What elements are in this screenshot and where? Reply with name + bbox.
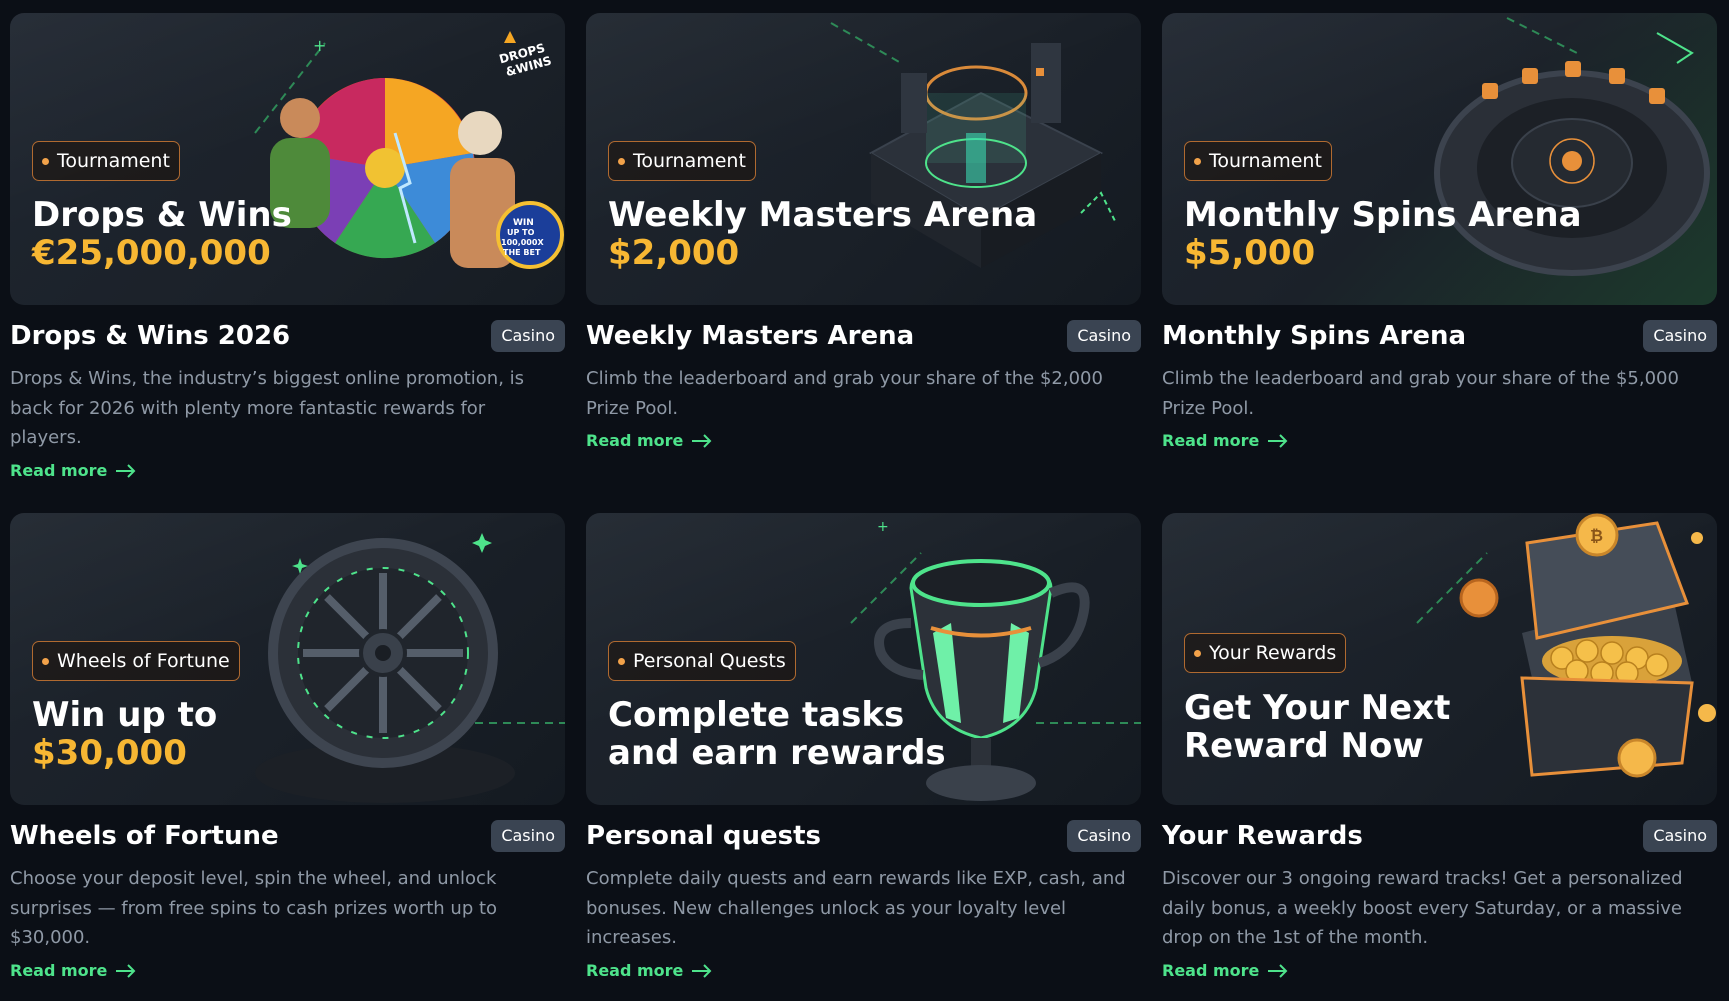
headline-line-1: Complete tasks (608, 695, 905, 735)
read-more-label: Read more (10, 460, 108, 480)
svg-text:THE BET: THE BET (503, 248, 541, 257)
category-badge: Tournament (32, 141, 180, 181)
read-more-link[interactable]: Read more (10, 459, 137, 483)
card-meta: Monthly Spins Arena Casino (1162, 318, 1717, 354)
promo-card-monthly-spins: Tournament Monthly Spins Arena $5,000 Mo… (1162, 13, 1717, 513)
card-description: Complete daily quests and earn rewards l… (586, 868, 1126, 948)
card-title[interactable]: Drops & Wins 2026 (10, 318, 290, 354)
read-more-label: Read more (1162, 960, 1260, 980)
casino-tag: Casino (1643, 320, 1717, 352)
category-badge: Personal Quests (608, 641, 796, 681)
promo-card-personal-quests: + Personal Quests Complete tasks and ear… (586, 513, 1141, 1001)
headline-amount: €25,000,000 (32, 233, 271, 273)
arrow-right-icon (692, 434, 712, 448)
card-meta: Wheels of Fortune Casino (10, 818, 565, 854)
casino-tag: Casino (1067, 320, 1141, 352)
card-description: Climb the leaderboard and grab your shar… (586, 368, 1103, 419)
badge-dot-icon (42, 658, 49, 665)
fortune-wheel-illustration (255, 533, 565, 803)
badge-dot-icon (42, 158, 49, 165)
headline-line-1: Drops & Wins (32, 195, 292, 235)
promo-card-drops-wins: + DROPS &WINS WIN UP TO 100,000X THE BET… (10, 13, 565, 513)
arrow-right-icon (116, 463, 136, 478)
category-badge: Your Rewards (1184, 633, 1347, 673)
read-more-link[interactable]: Read more (586, 959, 713, 983)
card-meta: Your Rewards Casino (1162, 818, 1717, 854)
read-more-label: Read more (1162, 431, 1260, 450)
banner-headline: Weekly Masters Arena $2,000 (608, 196, 1037, 272)
card-title[interactable]: Personal quests (586, 818, 821, 854)
badge-dot-icon (618, 658, 625, 665)
banner-headline: Complete tasks and earn rewards (608, 696, 946, 772)
headline-amount: $5,000 (1184, 233, 1316, 273)
badge-dot-icon (1194, 650, 1201, 657)
headline-line-1: Win up to (32, 695, 218, 735)
promo-banner[interactable]: ₿ Your Rewards Get Your Next Reward Now (1162, 513, 1717, 805)
card-description: Climb the leaderboard and grab your shar… (1162, 368, 1679, 419)
casino-tag: Casino (491, 820, 565, 852)
category-badge: Tournament (608, 141, 756, 181)
badge-label: Tournament (1209, 150, 1322, 172)
headline-amount: $2,000 (608, 233, 740, 273)
card-meta: Personal quests Casino (586, 818, 1141, 854)
svg-text:₿: ₿ (1590, 526, 1603, 545)
promo-banner[interactable]: Wheels of Fortune Win up to $30,000 (10, 513, 565, 805)
read-more-label: Read more (586, 431, 684, 450)
read-more-link[interactable]: Read more (586, 429, 713, 453)
headline-line-2: and earn rewards (608, 733, 946, 773)
category-badge: Wheels of Fortune (32, 641, 240, 681)
arrow-right-icon (1268, 434, 1288, 448)
card-title[interactable]: Your Rewards (1162, 818, 1363, 854)
badge-label: Your Rewards (1209, 642, 1337, 664)
casino-tag: Casino (1643, 820, 1717, 852)
promo-card-weekly-masters: Tournament Weekly Masters Arena $2,000 W… (586, 13, 1141, 513)
banner-headline: Monthly Spins Arena $5,000 (1184, 196, 1582, 272)
arrow-right-icon (116, 963, 136, 978)
svg-text:UP TO: UP TO (507, 228, 535, 237)
svg-text:100,000X: 100,000X (501, 238, 544, 247)
promo-card-wheels-of-fortune: Wheels of Fortune Win up to $30,000 Whee… (10, 513, 565, 1001)
badge-label: Wheels of Fortune (57, 650, 230, 672)
badge-dot-icon (618, 158, 625, 165)
banner-headline: Drops & Wins €25,000,000 (32, 196, 292, 272)
card-description: Discover our 3 ongoing reward tracks! Ge… (1162, 868, 1683, 948)
promotions-grid: + DROPS &WINS WIN UP TO 100,000X THE BET… (10, 13, 1719, 1001)
headline-line-2: Reward Now (1184, 726, 1424, 766)
promo-banner[interactable]: Tournament Monthly Spins Arena $5,000 (1162, 13, 1717, 305)
headline-line-1: Get Your Next (1184, 688, 1451, 728)
promo-banner[interactable]: + Personal Quests Complete tasks and ear… (586, 513, 1141, 805)
arrow-right-icon (692, 963, 712, 978)
badge-label: Tournament (57, 150, 170, 172)
read-more-label: Read more (10, 960, 108, 980)
badge-label: Tournament (633, 150, 746, 172)
card-title[interactable]: Monthly Spins Arena (1162, 318, 1466, 354)
svg-text:WIN: WIN (513, 218, 534, 228)
svg-text:+: + (313, 36, 326, 55)
banner-headline: Get Your Next Reward Now (1184, 689, 1450, 765)
arrow-right-icon (1268, 963, 1288, 978)
badge-label: Personal Quests (633, 650, 786, 672)
promo-banner[interactable]: Tournament Weekly Masters Arena $2,000 (586, 13, 1141, 305)
promo-banner[interactable]: + DROPS &WINS WIN UP TO 100,000X THE BET… (10, 13, 565, 305)
card-meta: Drops & Wins 2026 Casino (10, 318, 565, 354)
read-more-link[interactable]: Read more (1162, 429, 1289, 453)
casino-tag: Casino (491, 320, 565, 352)
category-badge: Tournament (1184, 141, 1332, 181)
card-description: Choose your deposit level, spin the whee… (10, 868, 498, 948)
headline-amount: $30,000 (32, 733, 187, 773)
read-more-link[interactable]: Read more (1162, 959, 1289, 983)
card-title[interactable]: Weekly Masters Arena (586, 318, 914, 354)
headline-line-1: Monthly Spins Arena (1184, 195, 1582, 235)
badge-dot-icon (1194, 158, 1201, 165)
headline-line-1: Weekly Masters Arena (608, 195, 1038, 235)
read-more-link[interactable]: Read more (10, 959, 137, 983)
banner-headline: Win up to $30,000 (32, 696, 217, 772)
card-meta: Weekly Masters Arena Casino (586, 318, 1141, 354)
promo-card-your-rewards: ₿ Your Rewards Get Your Next Reward Now (1162, 513, 1717, 1001)
card-description: Drops & Wins, the industry’s biggest onl… (10, 368, 525, 448)
svg-text:+: + (877, 519, 889, 535)
card-title[interactable]: Wheels of Fortune (10, 818, 279, 854)
read-more-label: Read more (586, 960, 684, 980)
casino-tag: Casino (1067, 820, 1141, 852)
